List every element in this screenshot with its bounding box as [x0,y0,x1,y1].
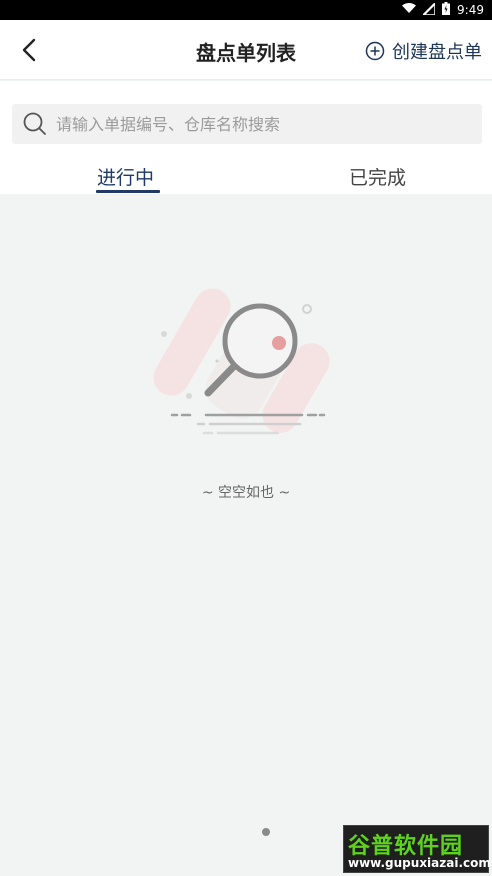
create-stocktake-button[interactable]: 创建盘点单 [365,38,482,64]
create-button-label: 创建盘点单 [392,42,482,63]
tab-completed-label: 已完成 [349,167,407,189]
watermark-url: www.gupuxiazai.com [348,856,491,870]
tab-bar: 进行中 已完成 [0,153,492,194]
page-indicator-dot [262,828,270,836]
search-icon [23,112,46,135]
empty-state-text: ~ 空空如也 ~ [201,485,291,501]
search-box[interactable] [12,104,482,144]
watermark-logo: 谷普软件园 www.gupuxiazai.com [343,825,491,873]
tab-completed[interactable]: 已完成 [240,153,492,194]
tab-in-progress-label: 进行中 [97,167,155,189]
search-area [0,81,492,153]
signal-icon [421,0,436,18]
nav-bar: 盘点单列表 创建盘点单 [0,20,492,80]
status-time: 9:49 [457,3,484,17]
plus-circle-icon [365,41,385,61]
empty-state: ~ 空空如也 ~ [0,195,492,876]
active-tab-indicator [96,190,160,193]
search-input[interactable] [56,114,456,134]
chevron-left-icon [22,38,36,62]
empty-search-illustration [153,288,330,435]
wifi-icon [402,3,417,17]
back-button[interactable] [18,36,44,64]
tab-in-progress[interactable]: 进行中 [0,153,240,194]
status-bar: 9:49 [0,0,492,20]
battery-icon [442,2,451,18]
